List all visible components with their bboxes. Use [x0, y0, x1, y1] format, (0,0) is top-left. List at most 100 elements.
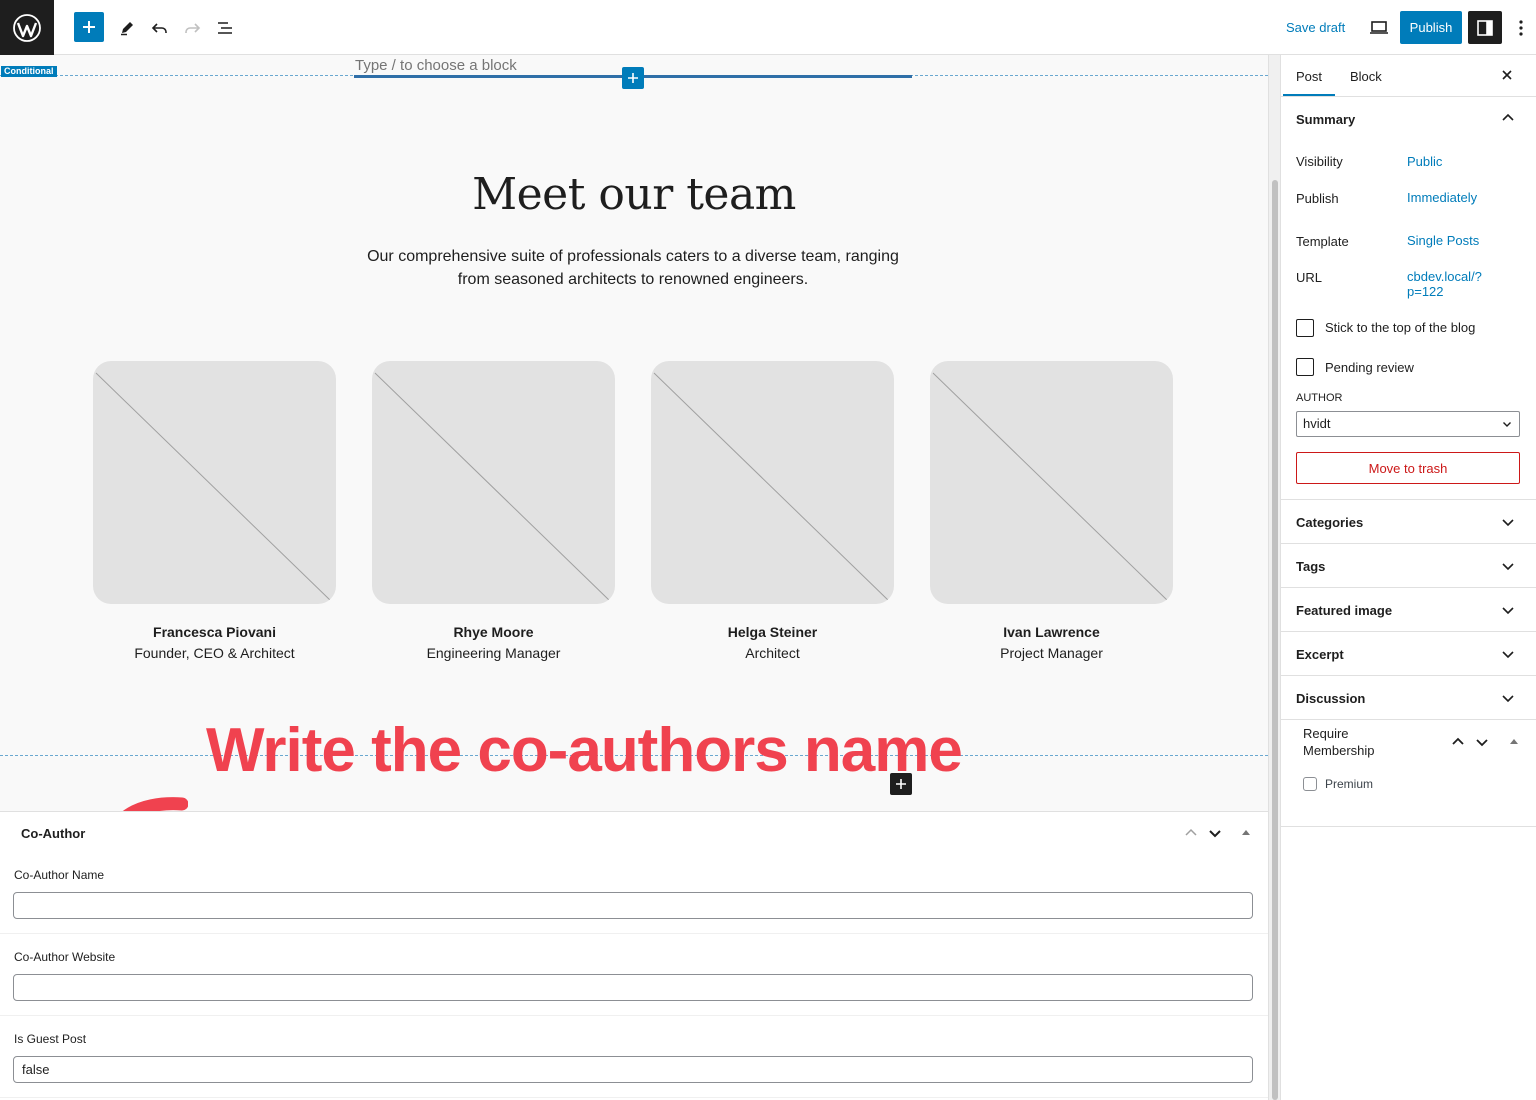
membership-move-down-button[interactable] — [1475, 735, 1489, 754]
document-overview-button[interactable] — [210, 13, 240, 43]
panel-divider — [1281, 719, 1536, 720]
chevron-up-icon — [1452, 737, 1464, 745]
undo-icon — [151, 23, 167, 33]
url-value-continued[interactable]: p=122 — [1407, 284, 1444, 299]
redo-icon — [185, 23, 201, 33]
team-member-role[interactable]: Project Manager — [930, 645, 1173, 661]
team-member-role[interactable]: Founder, CEO & Architect — [93, 645, 336, 661]
editor-scrollbar[interactable] — [1268, 55, 1280, 1100]
team-card[interactable]: Ivan Lawrence Project Manager — [930, 361, 1173, 661]
author-select-value: hvidt — [1303, 416, 1331, 431]
move-to-trash-button[interactable]: Move to trash — [1296, 452, 1520, 484]
url-label: URL — [1296, 270, 1323, 285]
co-author-name-label: Co-Author Name — [14, 868, 105, 882]
field-divider — [0, 933, 1268, 934]
chevron-down-icon — [1502, 651, 1514, 659]
save-draft-button[interactable]: Save draft — [1286, 20, 1345, 35]
image-placeholder[interactable] — [930, 361, 1173, 604]
panel-divider — [1281, 587, 1536, 588]
discussion-toggle[interactable] — [1501, 691, 1515, 710]
image-placeholder[interactable] — [372, 361, 615, 604]
team-member-role[interactable]: Engineering Manager — [372, 645, 615, 661]
redo-button[interactable] — [177, 13, 207, 43]
team-member-role[interactable]: Architect — [651, 645, 894, 661]
plus-icon — [83, 21, 95, 33]
conditional-block-label[interactable]: Conditional — [1, 66, 57, 77]
panel-categories[interactable]: Categories — [1296, 515, 1363, 530]
inline-inserter-button[interactable] — [622, 67, 644, 89]
featured-image-toggle[interactable] — [1501, 603, 1515, 622]
pending-review-label[interactable]: Pending review — [1325, 360, 1414, 375]
tab-block[interactable]: Block — [1350, 69, 1382, 84]
image-placeholder-icon — [653, 372, 890, 602]
move-up-button[interactable] — [1184, 826, 1198, 845]
require-membership-title[interactable]: Require Membership — [1303, 725, 1375, 759]
publish-button[interactable]: Publish — [1400, 11, 1462, 44]
team-card[interactable]: Francesca Piovani Founder, CEO & Archite… — [93, 361, 336, 661]
editor-toolbar: Save draft Publish — [0, 0, 1536, 55]
tags-toggle[interactable] — [1501, 559, 1515, 578]
close-sidebar-button[interactable] — [1499, 67, 1515, 88]
preview-button[interactable] — [1364, 13, 1394, 43]
premium-checkbox[interactable] — [1303, 777, 1317, 791]
undo-button[interactable] — [145, 13, 175, 43]
is-guest-post-label: Is Guest Post — [14, 1032, 87, 1046]
panel-tags[interactable]: Tags — [1296, 559, 1325, 574]
image-placeholder[interactable] — [651, 361, 894, 604]
author-select[interactable]: hvidt — [1296, 411, 1520, 437]
sticky-label[interactable]: Stick to the top of the blog — [1325, 320, 1475, 335]
categories-toggle[interactable] — [1501, 515, 1515, 534]
co-author-name-input[interactable] — [13, 892, 1253, 919]
require-membership-line-2: Membership — [1303, 743, 1375, 758]
panel-divider — [1281, 826, 1536, 827]
team-member-name[interactable]: Helga Steiner — [651, 624, 894, 640]
tools-button[interactable] — [112, 13, 142, 43]
visibility-value[interactable]: Public — [1407, 154, 1442, 169]
pencil-icon — [121, 22, 133, 36]
wordpress-logo-icon[interactable] — [0, 0, 54, 55]
co-author-website-label: Co-Author Website — [14, 950, 116, 964]
plus-icon — [628, 73, 638, 83]
inline-inserter-button[interactable] — [890, 773, 912, 795]
team-member-name[interactable]: Rhye Moore — [372, 624, 615, 640]
page-title[interactable]: Meet our team — [0, 169, 1268, 220]
block-inserter-button[interactable] — [74, 12, 104, 42]
publish-value[interactable]: Immediately — [1407, 190, 1477, 205]
toggle-panel-button[interactable] — [1241, 826, 1251, 845]
panel-divider — [1281, 675, 1536, 676]
image-placeholder[interactable] — [93, 361, 336, 604]
summary-title[interactable]: Summary — [1296, 112, 1355, 127]
premium-label[interactable]: Premium — [1325, 777, 1373, 791]
chevron-down-icon — [1502, 519, 1514, 527]
co-author-website-input[interactable] — [13, 974, 1253, 1001]
template-value[interactable]: Single Posts — [1407, 233, 1479, 248]
panel-divider — [1281, 543, 1536, 544]
membership-move-up-button[interactable] — [1451, 735, 1465, 754]
sticky-checkbox[interactable] — [1296, 319, 1314, 337]
team-card[interactable]: Rhye Moore Engineering Manager — [372, 361, 615, 661]
options-button[interactable] — [1508, 13, 1534, 43]
team-member-name[interactable]: Francesca Piovani — [93, 624, 336, 640]
settings-button[interactable] — [1468, 11, 1502, 44]
panel-featured-image[interactable]: Featured image — [1296, 603, 1392, 618]
metabox-title[interactable]: Co-Author — [21, 826, 85, 841]
pending-review-checkbox[interactable] — [1296, 358, 1314, 376]
excerpt-toggle[interactable] — [1501, 647, 1515, 666]
move-down-button[interactable] — [1208, 826, 1222, 845]
membership-toggle-button[interactable] — [1509, 735, 1519, 754]
intro-paragraph[interactable]: Our comprehensive suite of professionals… — [355, 245, 911, 291]
field-divider — [0, 1097, 1268, 1098]
panel-excerpt[interactable]: Excerpt — [1296, 647, 1344, 662]
block-placeholder[interactable]: Type / to choose a block — [355, 57, 517, 74]
panel-discussion[interactable]: Discussion — [1296, 691, 1365, 706]
url-value[interactable]: cbdev.local/? — [1407, 269, 1482, 284]
team-member-name[interactable]: Ivan Lawrence — [930, 624, 1173, 640]
team-card[interactable]: Helga Steiner Architect — [651, 361, 894, 661]
tab-post[interactable]: Post — [1296, 69, 1322, 84]
summary-toggle[interactable] — [1501, 111, 1515, 130]
chevron-down-icon — [1503, 422, 1511, 427]
is-guest-post-input[interactable]: false — [13, 1056, 1253, 1083]
co-author-metabox: Co-Author Co-Author Name Co-Author Websi… — [0, 811, 1268, 1100]
chevron-down-icon — [1502, 695, 1514, 703]
scrollbar-thumb[interactable] — [1272, 180, 1278, 1100]
